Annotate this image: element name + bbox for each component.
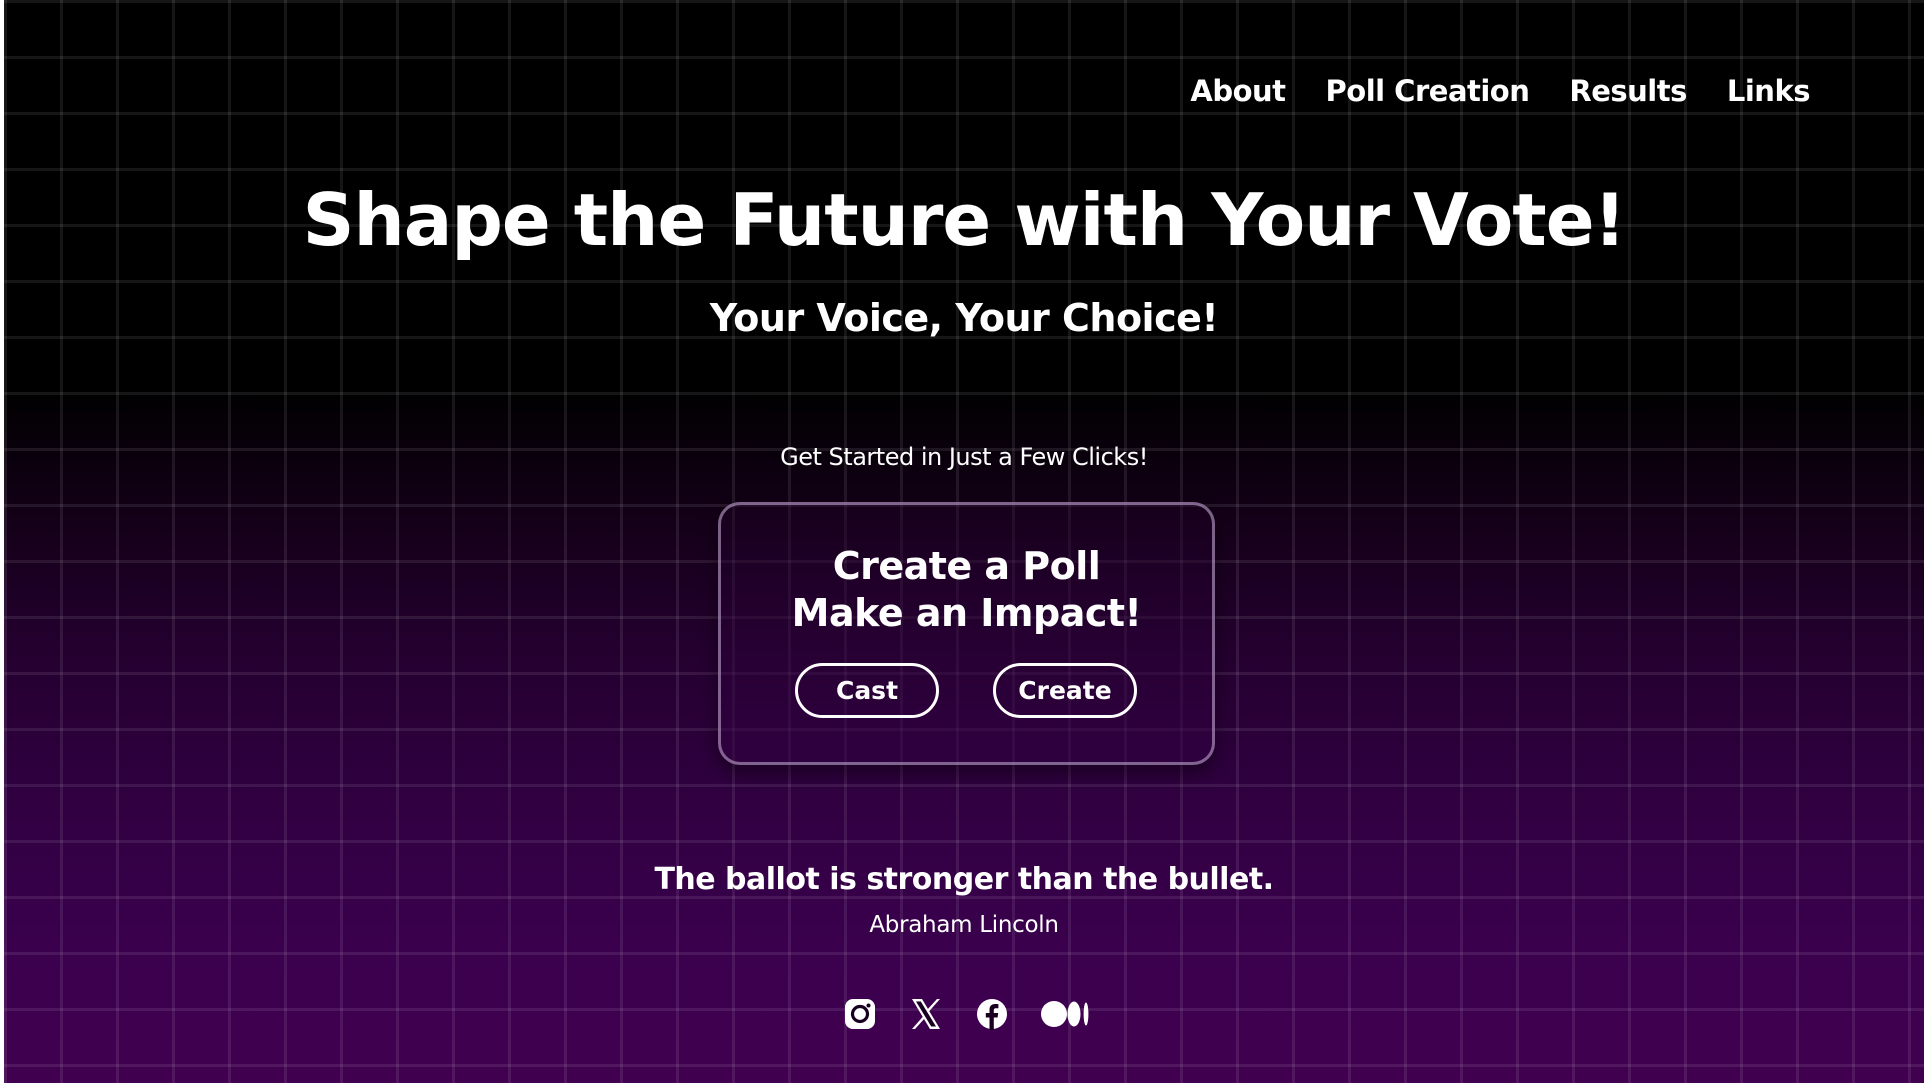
facebook-icon[interactable] xyxy=(974,996,1010,1032)
card-title: Create a Poll Make an Impact! xyxy=(721,543,1212,637)
quote-text: The ballot is stronger than the bullet. xyxy=(654,862,1274,897)
medium-icon[interactable] xyxy=(1040,996,1092,1032)
nav-links[interactable]: Links xyxy=(1727,74,1811,108)
create-button[interactable]: Create xyxy=(993,663,1137,718)
nav-about[interactable]: About xyxy=(1190,74,1286,108)
social-links xyxy=(4,996,1924,1032)
quote-author: Abraham Lincoln xyxy=(869,912,1059,938)
top-nav: About Poll Creation Results Links xyxy=(1190,74,1810,108)
cta-lead-text: Get Started in Just a Few Clicks! xyxy=(780,443,1148,471)
card-title-line1: Create a Poll xyxy=(832,544,1101,588)
nav-poll-creation[interactable]: Poll Creation xyxy=(1326,74,1530,108)
instagram-icon[interactable] xyxy=(842,996,878,1032)
x-icon[interactable] xyxy=(908,996,944,1032)
cast-button[interactable]: Cast xyxy=(795,663,939,718)
create-poll-card: Create a Poll Make an Impact! Cast Creat… xyxy=(718,502,1215,765)
hero-title: Shape the Future with Your Vote! xyxy=(302,178,1627,262)
page-background: About Poll Creation Results Links Shape … xyxy=(4,0,1924,1083)
nav-results[interactable]: Results xyxy=(1569,74,1687,108)
card-title-line2: Make an Impact! xyxy=(791,591,1142,635)
hero-subtitle: Your Voice, Your Choice! xyxy=(709,296,1219,340)
